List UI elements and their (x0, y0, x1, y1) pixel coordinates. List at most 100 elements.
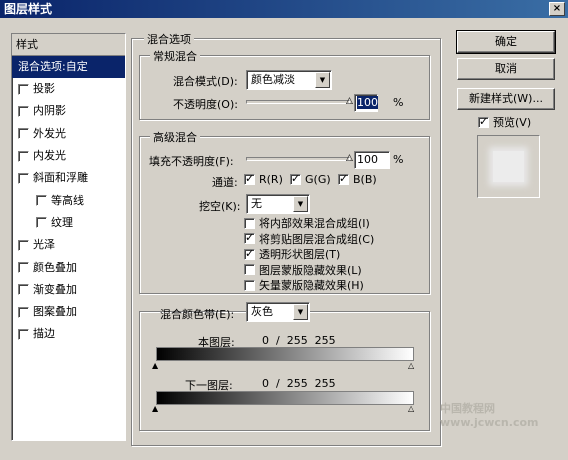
preview-toggle[interactable]: 预览(V) (478, 114, 531, 130)
style-item-label: 图案叠加 (33, 305, 77, 319)
preview-checkbox[interactable] (478, 115, 489, 128)
opacity-input[interactable]: 100 (354, 94, 378, 112)
watermark: 中国教程网 www.jcwcn.com (440, 402, 539, 429)
knockout-label: 挖空(K): (199, 200, 241, 213)
new-style-button[interactable]: 新建样式(W)... (457, 88, 555, 110)
advanced-option-label: 图层蒙版隐藏效果(L) (259, 263, 362, 277)
blend-if-select[interactable]: 灰色 ▼ (246, 302, 310, 322)
opacity-unit: % (393, 96, 404, 109)
advanced-blending-title: 高级混合 (150, 129, 200, 145)
style-item-label: 内阴影 (33, 104, 66, 118)
opacity-label: 不透明度(O): (173, 98, 238, 111)
knockout-select[interactable]: 无 ▼ (246, 194, 310, 214)
channels-label: 通道: (212, 176, 238, 189)
style-item-checkbox[interactable] (18, 284, 29, 296)
style-item-label: 渐变叠加 (33, 282, 77, 296)
style-item-label: 混合选项:自定 (18, 60, 88, 73)
channel-r[interactable]: R(R) (244, 172, 283, 186)
underlying-layer-values: 0 / 255 255 (262, 377, 336, 390)
style-item[interactable]: 光泽 (12, 234, 125, 256)
style-item-checkbox[interactable] (18, 306, 29, 318)
advanced-option[interactable]: 将内部效果混合成组(I) (244, 215, 370, 231)
style-item-checkbox[interactable] (36, 195, 47, 207)
style-item-checkbox[interactable] (18, 328, 29, 340)
blend-if-label: 混合颜色带(E): (160, 308, 235, 321)
window-title: 图层样式 (4, 2, 53, 16)
style-item-checkbox[interactable] (18, 150, 29, 162)
fill-opacity-input[interactable]: 100 (354, 151, 390, 169)
advanced-option-checkbox[interactable] (244, 247, 255, 260)
this-layer-black-handle[interactable]: ▲ (152, 362, 158, 370)
chevron-down-icon: ▼ (293, 196, 308, 212)
style-item[interactable]: 等高线 (12, 189, 125, 211)
advanced-option[interactable]: 矢量蒙版隐藏效果(H) (244, 277, 364, 293)
underlying-white-handle[interactable]: △ (408, 405, 414, 413)
advanced-option-label: 将剪贴图层混合成组(C) (259, 232, 375, 246)
style-item[interactable]: 投影 (12, 78, 125, 100)
this-layer-gradient (156, 347, 414, 361)
chevron-down-icon: ▼ (315, 72, 330, 88)
style-item-checkbox[interactable] (18, 83, 29, 95)
style-item[interactable]: 混合选项:自定 (12, 56, 125, 78)
styles-header: 样式 (12, 34, 125, 56)
channel-g-checkbox[interactable] (290, 172, 301, 185)
style-item-label: 外发光 (33, 126, 66, 140)
style-item-checkbox[interactable] (18, 172, 29, 184)
style-item[interactable]: 外发光 (12, 123, 125, 145)
channel-g[interactable]: G(G) (290, 172, 331, 186)
style-item-checkbox[interactable] (18, 239, 29, 251)
chevron-down-icon: ▼ (293, 304, 308, 320)
style-item[interactable]: 渐变叠加 (12, 279, 125, 301)
this-layer-white-handle[interactable]: △ (408, 362, 414, 370)
channel-b-checkbox[interactable] (338, 172, 349, 185)
style-item-label: 描边 (33, 327, 55, 341)
title-bar: 图层样式 × (0, 0, 568, 18)
blend-mode-value: 颜色减淡 (251, 73, 295, 86)
styles-list: 样式 混合选项:自定投影内阴影外发光内发光斜面和浮雕等高线纹理光泽颜色叠加渐变叠… (11, 33, 126, 441)
style-item[interactable]: 图案叠加 (12, 301, 125, 323)
channel-b[interactable]: B(B) (338, 172, 377, 186)
blend-if-value: 灰色 (251, 305, 273, 318)
advanced-option[interactable]: 图层蒙版隐藏效果(L) (244, 262, 362, 278)
advanced-option-label: 将内部效果混合成组(I) (259, 217, 370, 230)
style-item-label: 等高线 (51, 193, 84, 207)
opacity-slider[interactable] (246, 100, 350, 104)
style-item[interactable]: 纹理 (12, 212, 125, 234)
style-item-checkbox[interactable] (18, 128, 29, 140)
channel-r-checkbox[interactable] (244, 172, 255, 185)
blend-mode-select[interactable]: 颜色减淡 ▼ (246, 70, 332, 90)
fill-opacity-slider[interactable] (246, 157, 350, 161)
style-item-label: 斜面和浮雕 (33, 171, 88, 185)
advanced-option-checkbox[interactable] (244, 279, 255, 291)
style-item[interactable]: 描边 (12, 323, 125, 345)
style-item-checkbox[interactable] (36, 217, 47, 229)
ok-button[interactable]: 确定 (456, 30, 556, 54)
underlying-black-handle[interactable]: ▲ (152, 405, 158, 413)
general-blending-title: 常规混合 (150, 48, 200, 64)
fill-opacity-label: 填充不透明度(F): (149, 155, 234, 168)
style-item[interactable]: 内阴影 (12, 100, 125, 122)
style-item-checkbox[interactable] (18, 262, 29, 274)
this-layer-values: 0 / 255 255 (262, 334, 336, 347)
blend-mode-label: 混合模式(D): (173, 75, 238, 88)
close-icon[interactable]: × (549, 2, 565, 16)
advanced-option-checkbox[interactable] (244, 231, 255, 244)
style-item-label: 颜色叠加 (33, 260, 77, 274)
advanced-option-checkbox[interactable] (244, 217, 255, 229)
blend-options-title: 混合选项 (144, 31, 194, 47)
style-item-label: 投影 (33, 82, 55, 96)
advanced-option[interactable]: 透明形状图层(T) (244, 246, 340, 262)
style-item-label: 光泽 (33, 238, 55, 252)
style-item[interactable]: 颜色叠加 (12, 256, 125, 278)
style-item[interactable]: 斜面和浮雕 (12, 167, 125, 189)
style-item[interactable]: 内发光 (12, 145, 125, 167)
advanced-option-checkbox[interactable] (244, 264, 255, 275)
preview-swatch (493, 151, 524, 182)
advanced-option-label: 矢量蒙版隐藏效果(H) (259, 279, 364, 292)
style-preview (477, 135, 540, 198)
cancel-button[interactable]: 取消 (457, 58, 555, 80)
style-item-checkbox[interactable] (18, 105, 29, 117)
advanced-option[interactable]: 将剪贴图层混合成组(C) (244, 231, 374, 247)
style-item-label: 内发光 (33, 149, 66, 163)
blend-if-group (139, 311, 430, 431)
